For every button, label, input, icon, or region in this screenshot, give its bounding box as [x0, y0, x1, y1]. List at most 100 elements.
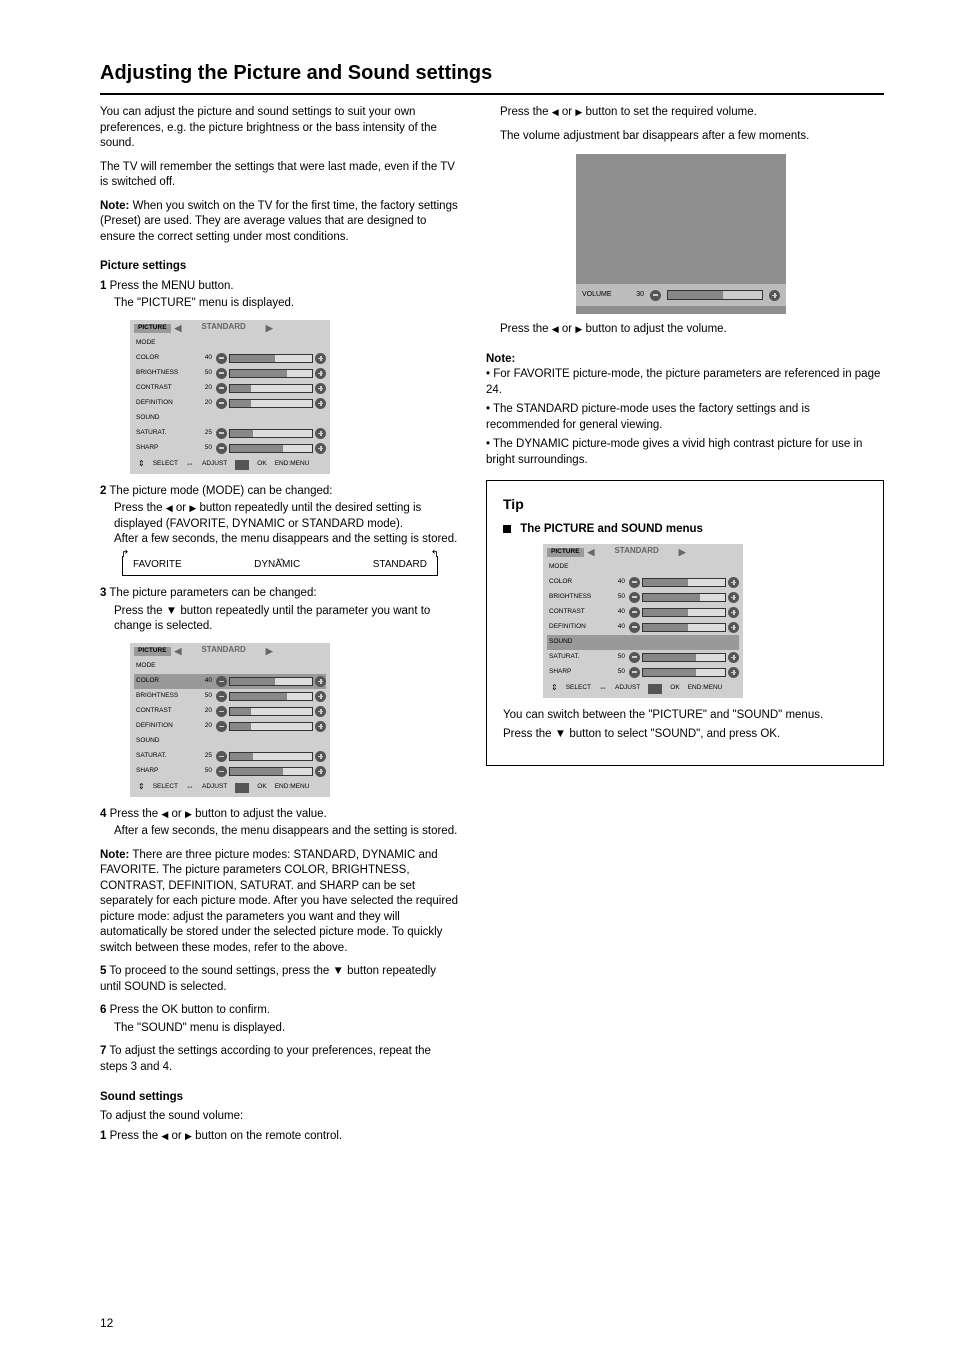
- slider-fill: [643, 654, 696, 661]
- osd2-foot-adjust: ADJUST: [202, 783, 227, 792]
- osd-row-saturat.: SATURAT.25: [134, 426, 326, 441]
- slider: [229, 767, 313, 776]
- osdc-left-arrow-icon: [588, 546, 595, 559]
- osd-row-brightness: BRIGHTNESS50: [134, 689, 326, 704]
- slider: [229, 369, 313, 378]
- vol-slider: [667, 290, 763, 300]
- plus-icon: [315, 721, 326, 732]
- right-line1-body: The volume adjustment bar disappears aft…: [500, 129, 884, 145]
- step-7-text: To adjust the settings according to your…: [100, 1045, 431, 1073]
- osdc-foot-ok: OK: [670, 684, 679, 693]
- snd-step-c: button on the remote control.: [195, 1130, 342, 1142]
- step-7: 7 To adjust the settings according to yo…: [100, 1044, 460, 1075]
- note2-body: There are three picture modes: STANDARD,…: [100, 849, 458, 954]
- osd-row-label: MODE: [134, 339, 188, 348]
- tip-body-b: Press the ▼ button to select "SOUND", an…: [503, 727, 867, 743]
- plus-icon: [728, 577, 739, 588]
- step-6: 6 Press the OK button to confirm. The "S…: [100, 1003, 460, 1036]
- minus-icon: [216, 443, 227, 454]
- r2c: button to adjust the volume.: [585, 323, 726, 335]
- minus-icon: [216, 751, 227, 762]
- osdc-foot-end: END:MENU: [688, 684, 723, 693]
- note-body: When you switch on the TV for the first …: [100, 200, 458, 243]
- osd-row-label: CONTRAST: [134, 384, 188, 393]
- right-arrow-icon: [575, 105, 582, 121]
- slider: [229, 722, 313, 731]
- right-arrow-icon: [575, 322, 582, 338]
- right-note-head: Note:: [486, 352, 884, 368]
- minus-icon: [216, 676, 227, 687]
- step-6-body: The "SOUND" menu is displayed.: [114, 1021, 460, 1037]
- plus-icon: [315, 751, 326, 762]
- slider-fill: [643, 624, 688, 631]
- step-2-text-a: The picture mode (MODE) can be changed:: [109, 485, 332, 497]
- plus-icon: [728, 652, 739, 663]
- plus-icon: [315, 443, 326, 454]
- slider: [642, 578, 726, 587]
- plus-icon: [769, 290, 780, 301]
- tip-sub: The PICTURE and SOUND menus: [503, 522, 867, 538]
- osd1-foot-select: SELECT: [153, 460, 178, 469]
- sound-settings-head: Sound settings: [100, 1090, 460, 1106]
- step-2: 2 The picture mode (MODE) can be changed…: [100, 484, 460, 548]
- step-3: 3 The picture parameters can be changed:…: [100, 586, 460, 635]
- step-3-body: Press the ▼ button repeatedly until the …: [114, 604, 460, 635]
- note-2: Note: There are three picture modes: STA…: [100, 848, 460, 957]
- plus-icon: [728, 607, 739, 618]
- updown-icon: ⇕: [138, 782, 145, 793]
- osd-row-value: 40: [605, 578, 625, 587]
- osdc-sound-label: SOUND: [547, 638, 601, 647]
- slider-fill: [230, 723, 251, 730]
- osdc-head-label: PICTURE: [547, 548, 584, 557]
- minus-icon: [629, 592, 640, 603]
- osd1-foot-ok: OK: [257, 460, 266, 469]
- osd-row-value: 40: [605, 623, 625, 632]
- slider-fill: [230, 768, 283, 775]
- right-note-3: The DYNAMIC picture-mode gives a vivid h…: [486, 438, 862, 466]
- tip-sub-text: The PICTURE and SOUND menus: [520, 523, 703, 535]
- slider: [642, 668, 726, 677]
- step-6-num: 6: [100, 1004, 106, 1016]
- slider-fill: [230, 753, 253, 760]
- osd-row-label: MODE: [547, 563, 601, 572]
- vol-label: VOLUME: [582, 290, 622, 299]
- slider-fill: [230, 385, 251, 392]
- osd-row-value: 40: [192, 354, 212, 363]
- osd-row-value: 40: [605, 608, 625, 617]
- slider: [229, 692, 313, 701]
- osd-row-label: DEFINITION: [547, 623, 601, 632]
- plus-icon: [728, 622, 739, 633]
- step-6-text: Press the OK button to confirm.: [110, 1004, 270, 1016]
- slider: [229, 677, 313, 686]
- step-2-num: 2: [100, 485, 106, 497]
- osd-row-value: 20: [192, 707, 212, 716]
- updown-icon: ⇕: [551, 683, 558, 694]
- left-arrow-icon: [161, 1129, 168, 1145]
- osdc-title: STANDARD: [614, 546, 658, 559]
- snd-step-a: Press the: [110, 1130, 162, 1142]
- right-line1: Press the or button to set the required …: [500, 105, 884, 121]
- osd-row-contrast: CONTRAST40: [547, 605, 739, 620]
- slider-fill: [230, 693, 287, 700]
- slider-fill: [643, 579, 688, 586]
- slider-fill: [230, 708, 251, 715]
- minus-icon: [629, 652, 640, 663]
- leftright-icon: ⇔: [186, 459, 194, 470]
- osd2-left-arrow-icon: [175, 645, 182, 658]
- minus-icon: [216, 368, 227, 379]
- osd1-foot-adjust: ADJUST: [202, 460, 227, 469]
- step-4-b: or: [172, 808, 185, 820]
- osd-row-label: DEFINITION: [134, 399, 188, 408]
- osd-row-label: COLOR: [547, 578, 601, 587]
- minus-icon: [216, 428, 227, 439]
- osd-row-label: DEFINITION: [134, 722, 188, 731]
- slider: [229, 752, 313, 761]
- step-4: 4 Press the or button to adjust the valu…: [100, 807, 460, 840]
- step-3-text: The picture parameters can be changed:: [109, 587, 316, 599]
- slider: [229, 384, 313, 393]
- slider-fill: [643, 594, 700, 601]
- page-title: Adjusting the Picture and Sound settings: [100, 60, 884, 87]
- osd1-right-arrow-icon: [266, 322, 273, 335]
- minus-icon: [216, 721, 227, 732]
- mode-standard: STANDARD: [373, 558, 427, 572]
